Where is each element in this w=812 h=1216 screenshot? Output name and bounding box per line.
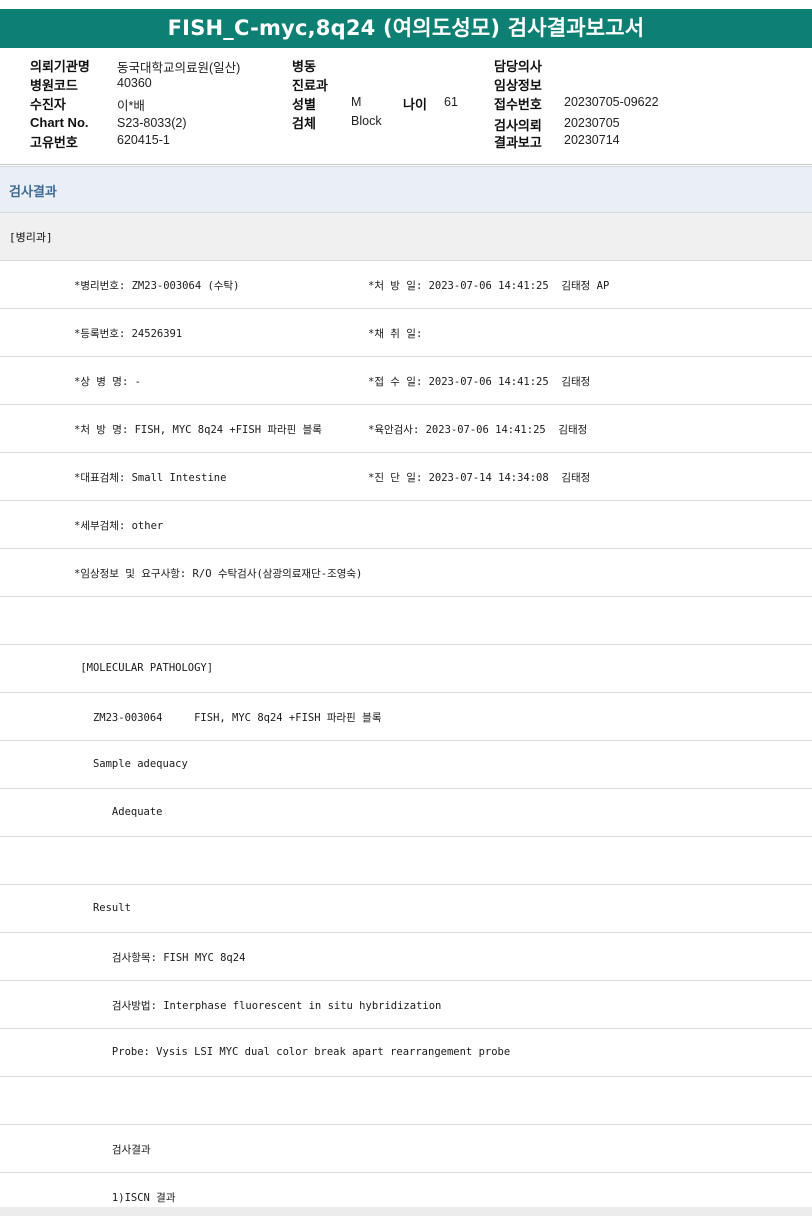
patient-info: 의뢰기관명 동국대학교의료원(일산) 병원코드 40360 수진자 이*배 Ch… xyxy=(0,0,812,160)
result-row xyxy=(0,597,812,645)
hospital-label: 의뢰기관명 xyxy=(30,59,90,74)
result-row xyxy=(0,837,812,885)
patient-value: 이*배 xyxy=(117,99,145,113)
result-row: 검사결과 xyxy=(0,1125,812,1173)
result-row: [MOLECULAR PATHOLOGY] xyxy=(0,645,812,693)
row-right-text: *진 단 일: 2023-07-14 14:34:08 김태정 xyxy=(368,472,591,484)
unique-no-label: 고유번호 xyxy=(30,135,78,150)
result-row xyxy=(0,1077,812,1125)
patient-label: 수진자 xyxy=(30,97,66,112)
sex-label: 성별 xyxy=(292,97,316,112)
row-left-text: Probe: Vysis LSI MYC dual color break ap… xyxy=(74,1046,511,1058)
info-divider xyxy=(0,164,812,165)
result-row: Sample adequacy xyxy=(0,741,812,789)
row-right-text: *처 방 일: 2023-07-06 14:41:25 김태정 AP xyxy=(368,280,610,292)
receipt-no-value: 20230705-09622 xyxy=(564,95,659,109)
row-right-text: *육안검사: 2023-07-06 14:41:25 김태정 xyxy=(368,424,588,436)
row-left-text: 1)ISCN 결과 xyxy=(74,1192,176,1204)
result-row: *상 병 명: - *접 수 일: 2023-07-06 14:41:25 김태정 xyxy=(0,357,812,405)
specimen-value: Block xyxy=(351,114,382,128)
request-date-value: 20230705 xyxy=(564,116,620,130)
result-row: *병리번호: ZM23-003064 (수탁) *처 방 일: 2023-07-0… xyxy=(0,261,812,309)
department-header: [병리과] xyxy=(0,213,812,261)
row-left-text: 검사결과 xyxy=(74,1144,151,1156)
row-left-text: Adequate xyxy=(74,806,163,818)
row-left-text: Sample adequacy xyxy=(74,758,188,770)
row-right-text: *채 취 일: xyxy=(368,328,423,340)
result-row: 검사항목: FISH MYC 8q24 xyxy=(0,933,812,981)
unique-no-value: 620415-1 xyxy=(117,133,170,147)
row-left-text: *대표검체: Small Intestine xyxy=(74,472,227,484)
row-left-text: ZM23-003064 FISH, MYC 8q24 +FISH 파라핀 블록 xyxy=(74,712,382,724)
ward-label: 병동 xyxy=(292,59,316,74)
receipt-no-label: 접수번호 xyxy=(494,97,542,112)
sex-value: M xyxy=(351,95,362,109)
hospital-code-value: 40360 xyxy=(117,76,152,90)
results-section-header: 검사결과 xyxy=(0,166,812,213)
row-left-text: Result xyxy=(74,902,131,914)
age-label: 나이 xyxy=(403,97,427,112)
department-title: [병리과] xyxy=(9,231,53,244)
report-date-value: 20230714 xyxy=(564,133,620,147)
row-left-text: *처 방 명: FISH, MYC 8q24 +FISH 파라핀 블록 xyxy=(74,424,322,436)
result-row: Probe: Vysis LSI MYC dual color break ap… xyxy=(0,1029,812,1077)
result-row: ZM23-003064 FISH, MYC 8q24 +FISH 파라핀 블록 xyxy=(0,693,812,741)
row-left-text: 검사항목: FISH MYC 8q24 xyxy=(74,952,246,964)
result-row: *등록번호: 24526391 *채 취 일: xyxy=(0,309,812,357)
row-left-text: *임상정보 및 요구사항: R/O 수탁검사(삼광의료재단-조영숙) xyxy=(74,568,363,580)
result-row: *임상정보 및 요구사항: R/O 수탁검사(삼광의료재단-조영숙) xyxy=(0,549,812,597)
result-row: 1)ISCN 결과 xyxy=(0,1173,812,1207)
hospital-value: 동국대학교의료원(일산) xyxy=(117,61,241,75)
row-right-text: *접 수 일: 2023-07-06 14:41:25 김태정 xyxy=(368,376,591,388)
report-date-label: 결과보고 xyxy=(494,135,542,150)
department-label: 진료과 xyxy=(292,78,328,93)
age-value: 61 xyxy=(444,95,458,109)
row-left-text: *상 병 명: - xyxy=(74,376,141,388)
result-row: *처 방 명: FISH, MYC 8q24 +FISH 파라핀 블록 *육안검사… xyxy=(0,405,812,453)
row-left-text: *병리번호: ZM23-003064 (수탁) xyxy=(74,280,240,292)
chart-no-value: S23-8033(2) xyxy=(117,116,187,130)
result-row: *세부검체: other xyxy=(0,501,812,549)
hospital-code-label: 병원코드 xyxy=(30,78,78,93)
row-left-text: [MOLECULAR PATHOLOGY] xyxy=(74,662,214,674)
row-left-text: *세부검체: other xyxy=(74,520,164,532)
horizontal-scrollbar[interactable] xyxy=(0,1207,812,1216)
result-row: Adequate xyxy=(0,789,812,837)
chart-no-label: Chart No. xyxy=(30,115,89,130)
clinical-info-label: 임상정보 xyxy=(494,78,542,93)
result-row: 검사방법: Interphase fluorescent in situ hyb… xyxy=(0,981,812,1029)
doctor-label: 담당의사 xyxy=(494,59,542,74)
results-section-title: 검사결과 xyxy=(9,184,57,199)
row-left-text: *등록번호: 24526391 xyxy=(74,328,183,340)
result-row: Result xyxy=(0,885,812,933)
row-left-text: 검사방법: Interphase fluorescent in situ hyb… xyxy=(74,1000,442,1012)
specimen-label: 검체 xyxy=(292,116,316,131)
result-row: *대표검체: Small Intestine *진 단 일: 2023-07-14… xyxy=(0,453,812,501)
